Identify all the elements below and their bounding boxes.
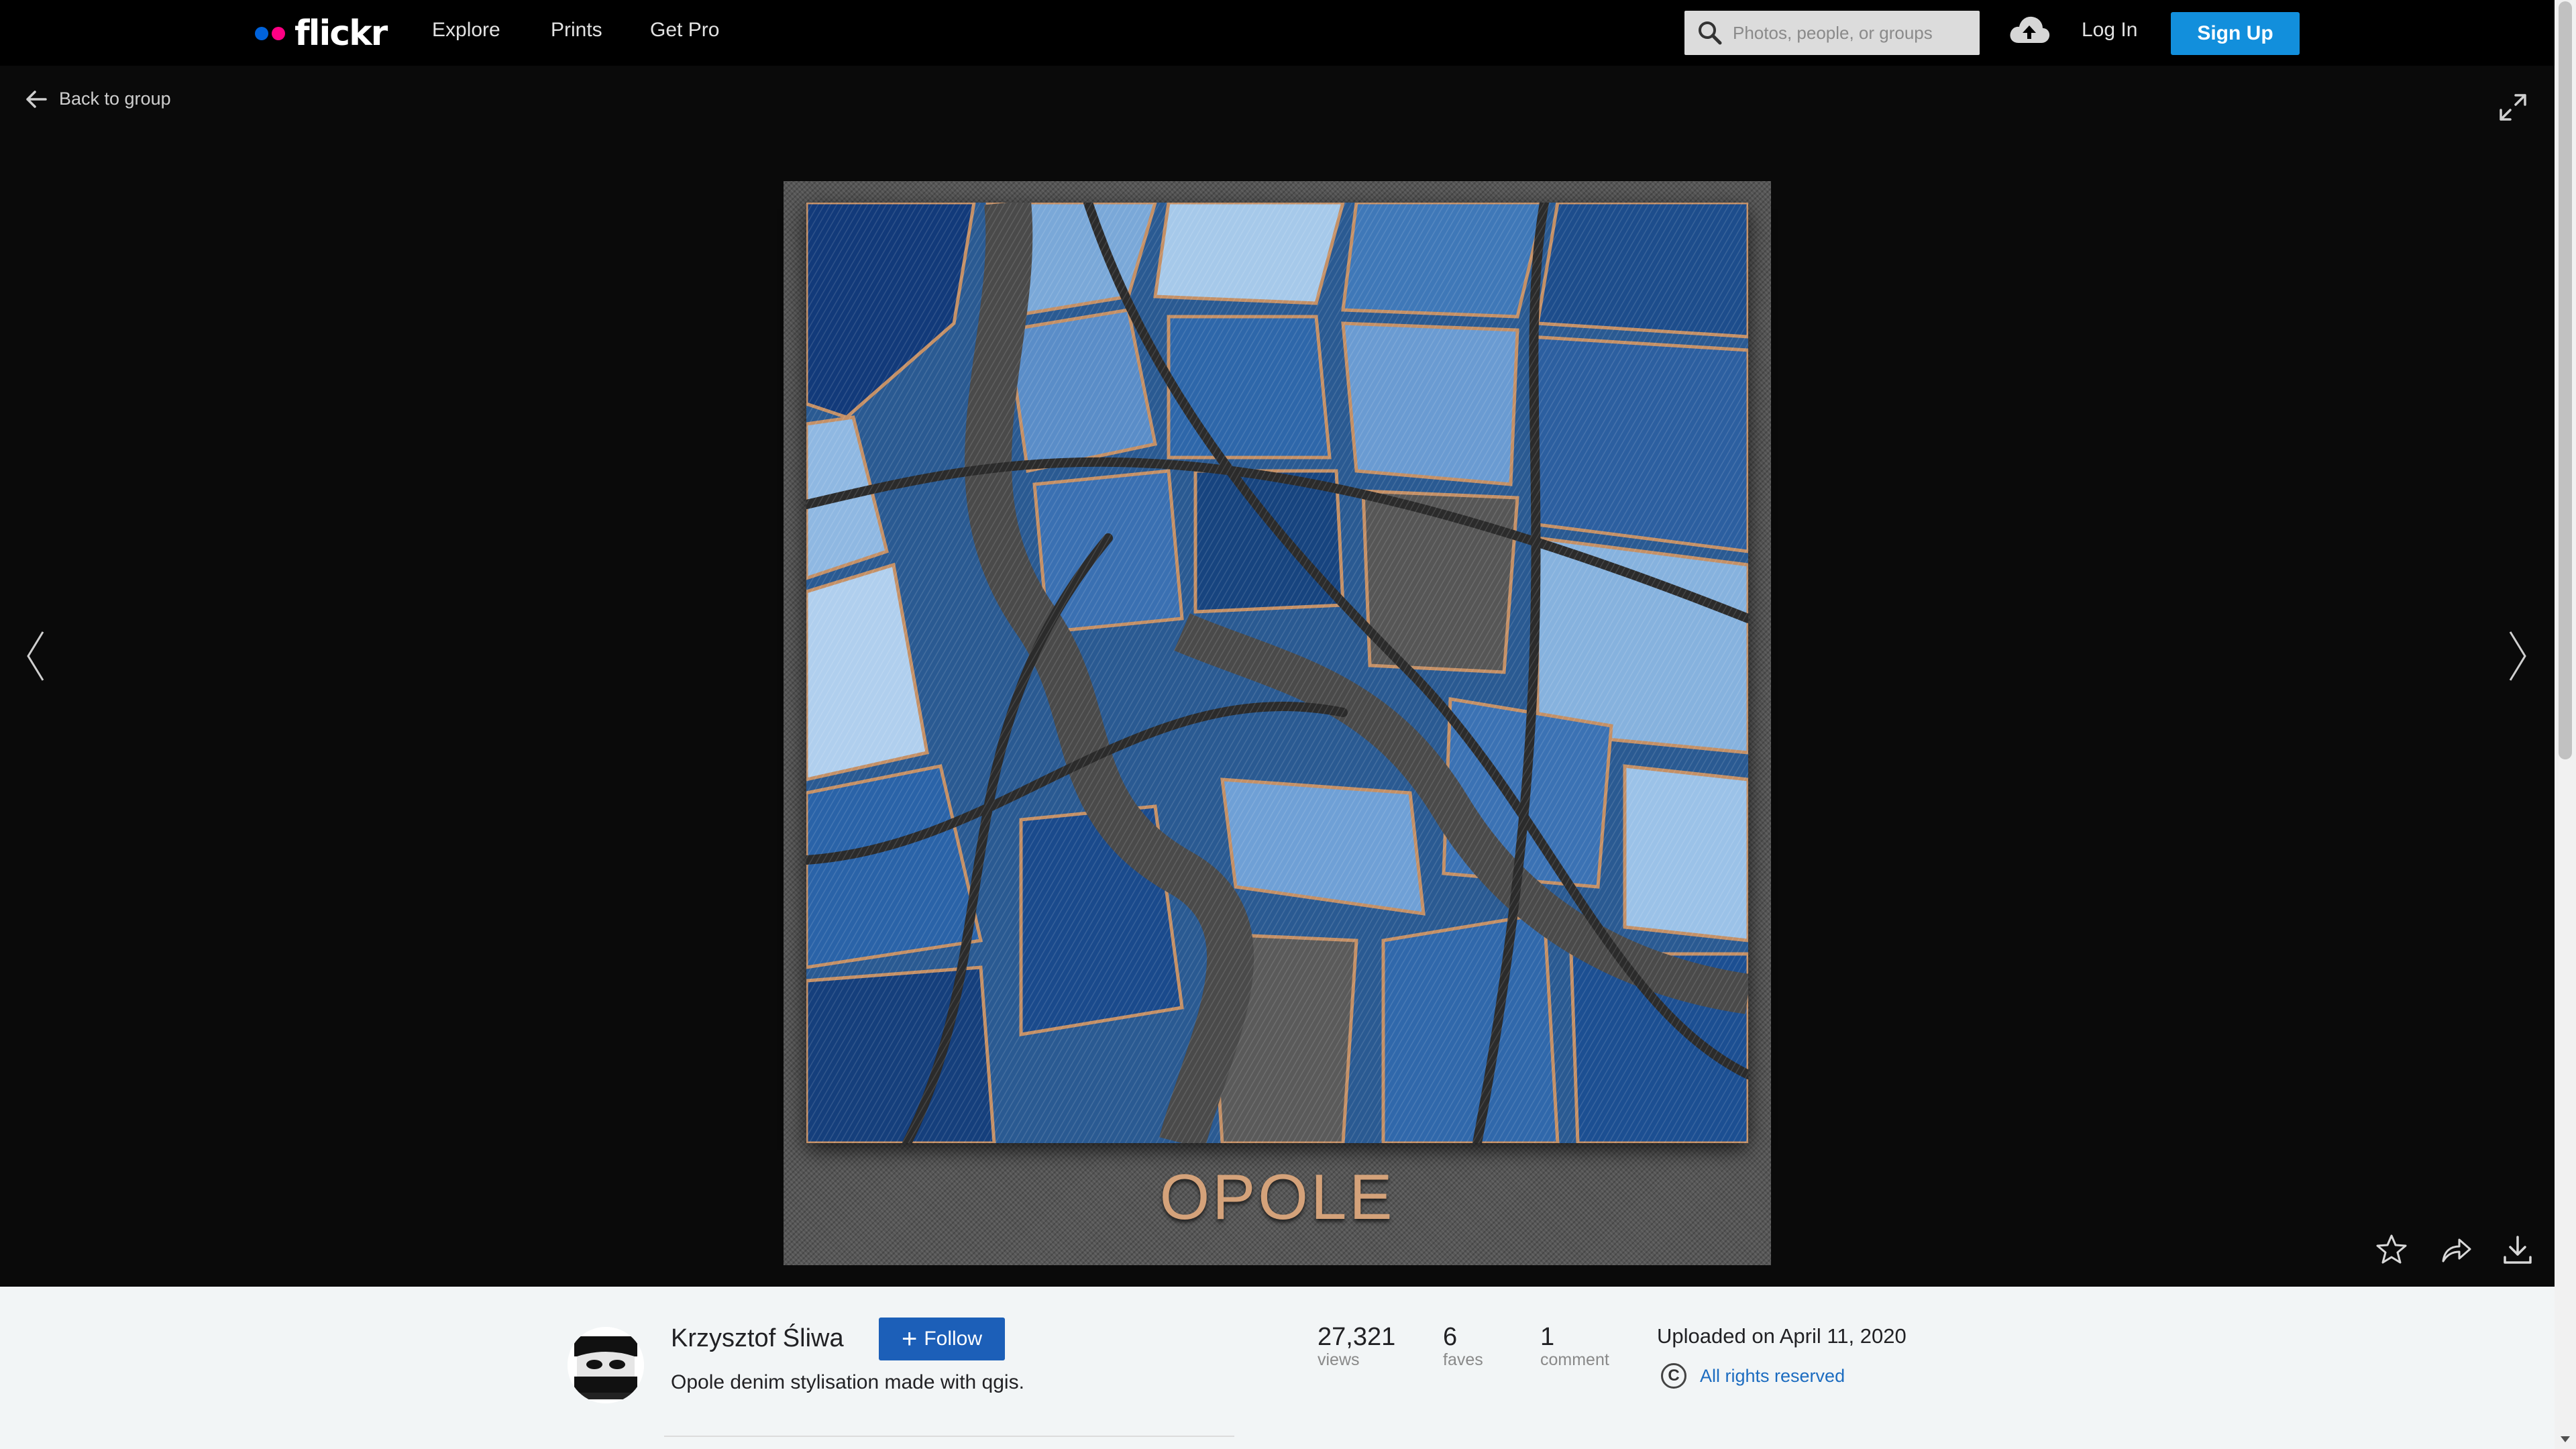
nav-get-pro-link[interactable]: Get Pro bbox=[650, 19, 719, 42]
scrollbar-thumb[interactable] bbox=[2559, 1, 2572, 759]
scroll-down-arrow-icon[interactable] bbox=[2561, 1436, 2570, 1442]
nav-explore-link[interactable]: Explore bbox=[432, 19, 500, 42]
search-placeholder: Photos, people, or groups bbox=[1733, 22, 1933, 43]
views-count: 27,321 bbox=[1318, 1323, 1396, 1351]
logo-blue-dot bbox=[255, 27, 268, 40]
stat-views: 27,321 views bbox=[1318, 1323, 1395, 1370]
search-icon bbox=[1699, 21, 1722, 45]
opole-map-image bbox=[806, 203, 1748, 1143]
author-avatar[interactable] bbox=[568, 1327, 644, 1403]
upload-cloud-icon[interactable] bbox=[2008, 13, 2051, 48]
previous-photo-arrow-icon[interactable] bbox=[24, 629, 47, 683]
main-photo[interactable]: OPOLE bbox=[784, 181, 1771, 1265]
copyright-icon: C bbox=[1661, 1363, 1686, 1389]
upload-date: Uploaded on April 11, 2020 bbox=[1657, 1324, 1907, 1348]
arrow-left-icon bbox=[26, 90, 47, 108]
views-label: views bbox=[1318, 1350, 1360, 1369]
next-photo-arrow-icon[interactable] bbox=[2506, 629, 2529, 683]
divider bbox=[664, 1436, 1234, 1437]
faves-count: 6 bbox=[1443, 1323, 1458, 1351]
download-icon[interactable] bbox=[2501, 1233, 2534, 1267]
stat-faves: 6 faves bbox=[1443, 1323, 1483, 1370]
nav-prints-link[interactable]: Prints bbox=[551, 19, 602, 42]
follow-button[interactable]: + Follow bbox=[879, 1318, 1005, 1360]
author-name[interactable]: Krzysztof Śliwa bbox=[671, 1324, 844, 1353]
flickr-logo[interactable]: flickr bbox=[255, 13, 388, 54]
back-to-group-label: Back to group bbox=[59, 89, 171, 109]
top-navigation-bar: flickr Explore Prints Get Pro Photos, pe… bbox=[0, 0, 2555, 66]
map-title-text: OPOLE bbox=[1159, 1161, 1395, 1233]
sign-up-button[interactable]: Sign Up bbox=[2171, 12, 2300, 55]
logo-pink-dot bbox=[272, 27, 285, 40]
plus-icon: + bbox=[901, 1324, 918, 1354]
search-input[interactable]: Photos, people, or groups bbox=[1684, 11, 1980, 55]
faves-label: faves bbox=[1443, 1350, 1483, 1369]
log-in-link[interactable]: Log In bbox=[2082, 19, 2137, 42]
logo-wordmark: flickr bbox=[294, 13, 388, 54]
comments-count: 1 bbox=[1540, 1323, 1555, 1351]
fave-star-icon[interactable] bbox=[2375, 1233, 2408, 1267]
expand-fullscreen-icon[interactable] bbox=[2498, 93, 2528, 122]
photo-description: Opole denim stylisation made with qgis. bbox=[671, 1371, 1024, 1393]
share-arrow-icon[interactable] bbox=[2439, 1233, 2473, 1267]
comments-label: comment bbox=[1540, 1350, 1609, 1369]
license-label: All rights reserved bbox=[1700, 1365, 1845, 1386]
back-to-group-link[interactable]: Back to group bbox=[25, 89, 171, 109]
photo-stage: Back to group OPOLE bbox=[0, 66, 2555, 1287]
stat-comments: 1 comment bbox=[1540, 1323, 1609, 1370]
page-scrollbar[interactable] bbox=[2555, 0, 2576, 1449]
follow-label: Follow bbox=[924, 1328, 983, 1350]
license-info[interactable]: C All rights reserved bbox=[1661, 1363, 1845, 1389]
photo-info-bar: Krzysztof Śliwa + Follow Opole denim sty… bbox=[0, 1287, 2555, 1449]
